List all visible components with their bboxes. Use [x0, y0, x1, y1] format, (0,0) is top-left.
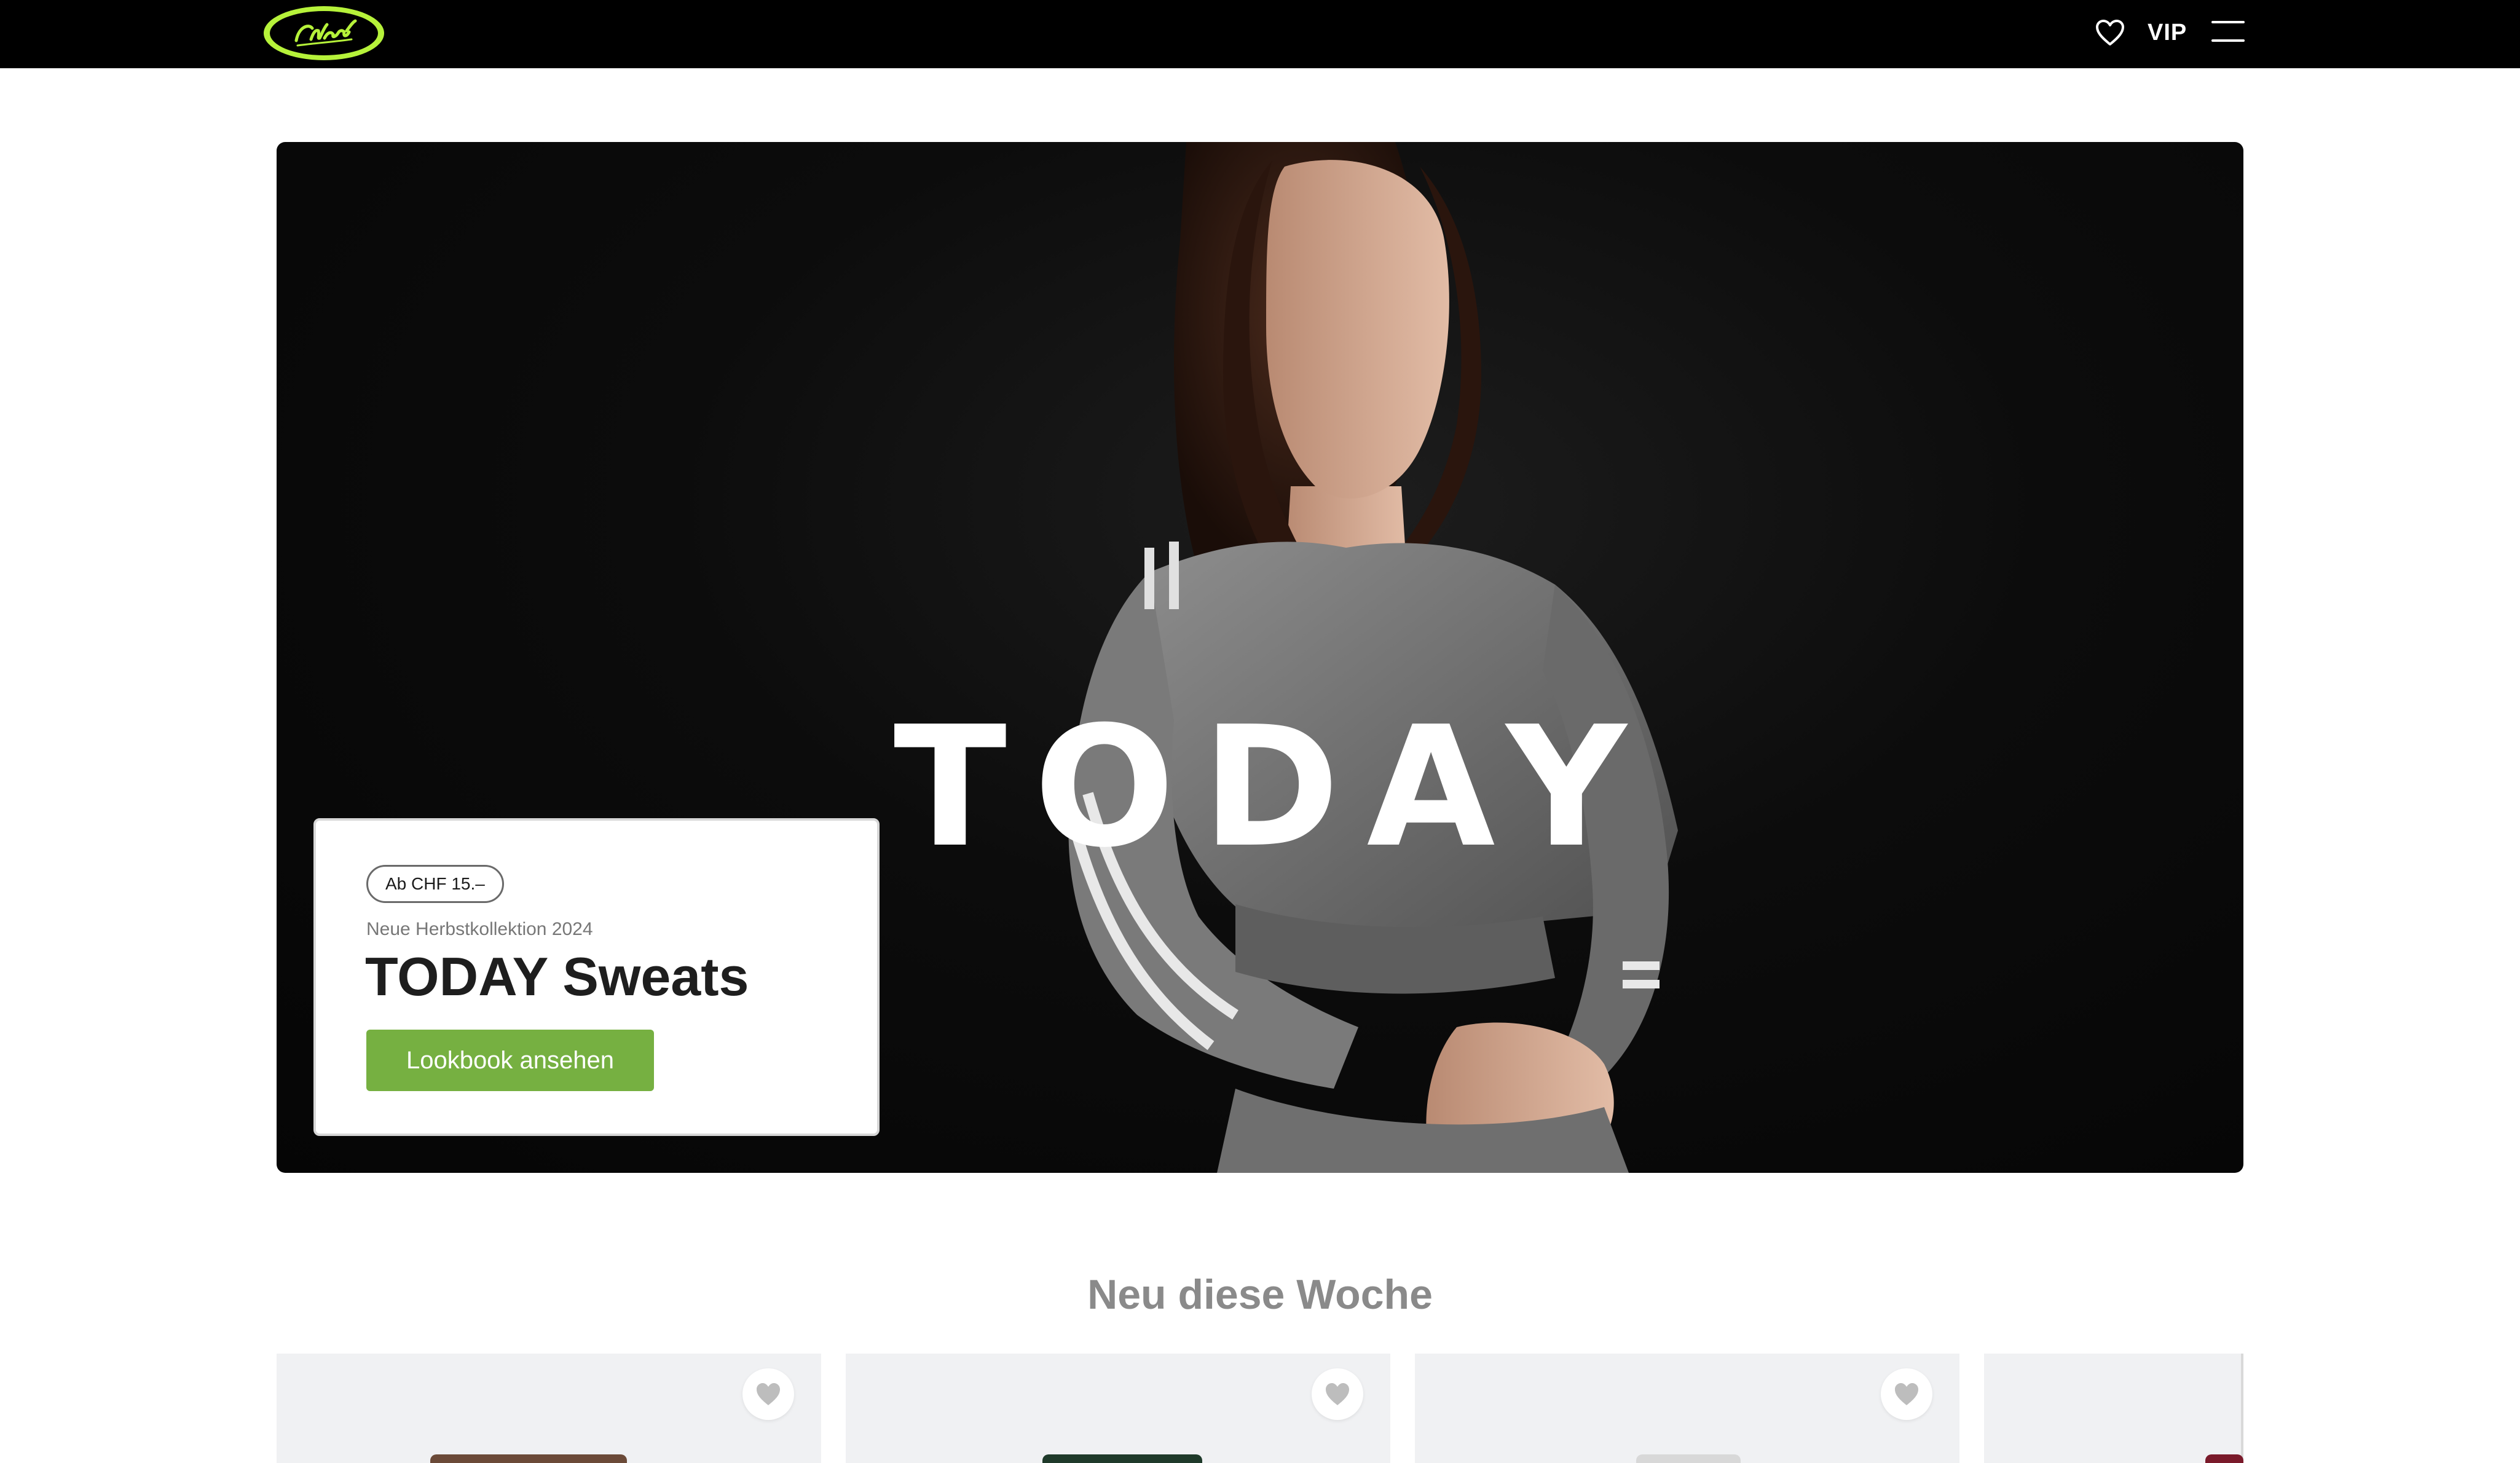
menu-button[interactable] [2211, 20, 2245, 44]
price-badge: Ab CHF 15.– [366, 865, 504, 903]
lookbook-button[interactable]: Lookbook ansehen [366, 1030, 654, 1091]
favorite-button[interactable] [1312, 1368, 1363, 1420]
promo-title: TODAY Sweats [365, 946, 749, 1007]
product-card[interactable] [1415, 1354, 1959, 1463]
promo-card: Ab CHF 15.– Neue Herbstkollektion 2024 T… [313, 818, 880, 1136]
hamburger-menu-line [2211, 39, 2245, 42]
brand-logo[interactable] [261, 2, 387, 64]
wishlist-button[interactable] [2095, 18, 2125, 47]
product-carousel[interactable] [277, 1354, 2243, 1463]
product-image [2205, 1454, 2243, 1463]
promo-eyebrow: Neue Herbstkollektion 2024 [366, 919, 593, 939]
hero-banner[interactable]: TODAY Ab CHF 15.– Neue Herbstkollektion … [277, 142, 2243, 1173]
heart-icon [1326, 1383, 1349, 1405]
favorite-button[interactable] [1881, 1368, 1932, 1420]
top-navigation-bar: VIP [0, 0, 2520, 68]
product-image [1042, 1454, 1202, 1463]
product-card[interactable] [846, 1354, 1390, 1463]
product-image [1636, 1454, 1741, 1463]
heart-outline-icon [2096, 20, 2124, 45]
heart-icon [757, 1383, 780, 1405]
product-card[interactable] [1984, 1354, 2243, 1463]
hamburger-menu-icon [2211, 21, 2245, 23]
favorite-button[interactable] [742, 1368, 794, 1420]
section-title-new-this-week: Neu diese Woche [1087, 1271, 1433, 1318]
product-image [430, 1454, 627, 1463]
vip-link[interactable]: VIP [2148, 17, 2187, 48]
heart-icon [1895, 1383, 1918, 1405]
logo-icon [264, 6, 384, 60]
product-card[interactable] [277, 1354, 821, 1463]
